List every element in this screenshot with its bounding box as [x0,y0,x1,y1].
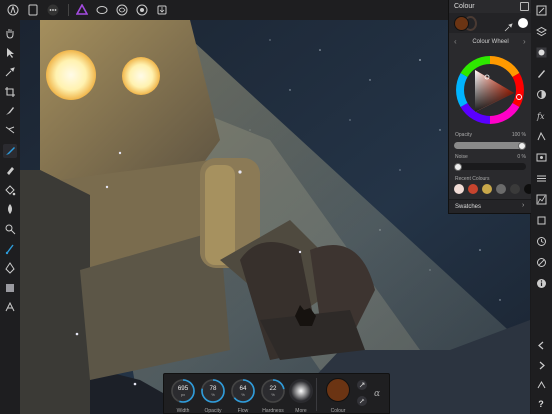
recent-colour-swatch[interactable] [510,184,520,194]
selection-persona-icon[interactable] [95,3,109,17]
navigator-studio-icon[interactable] [535,3,549,17]
eyedropper-icon[interactable] [357,396,367,406]
recent-colour-swatch[interactable] [468,184,478,194]
swatches-label: Swatches [455,204,482,210]
erase-brush-icon[interactable] [3,163,17,177]
adjustments-studio-icon[interactable] [535,87,549,101]
tools-panel [0,20,20,414]
blur-brush-icon[interactable] [3,202,17,216]
brush-colour-well[interactable] [326,378,350,402]
colour-panel-title: Colour [454,3,475,10]
colour-wheel[interactable] [455,55,525,130]
noise-value: 0 % [517,154,526,160]
move-tool-icon[interactable] [3,46,17,60]
paint-brush-tool-icon[interactable] [3,143,17,158]
flood-fill-icon[interactable] [3,183,17,197]
next-mode-chevron-icon[interactable]: › [523,35,526,49]
dial-unit: px [180,392,186,397]
panel-pin-icon[interactable] [520,2,529,11]
recent-colours-row [454,184,538,194]
swatches-button[interactable]: Swatches › [449,199,532,213]
clone-brush-icon[interactable] [3,242,17,256]
app-menu-icon[interactable] [6,3,20,17]
more-button[interactable]: More [288,378,314,414]
recent-colour-swatch[interactable] [482,184,492,194]
noise-slider-knob[interactable] [454,162,462,171]
help-button[interactable]: ? [534,397,548,411]
dial-unit: % [211,392,215,397]
fill-colour-well[interactable] [454,16,469,31]
undo-icon[interactable] [534,338,548,352]
info-studio-icon[interactable] [535,276,549,290]
dial-label: Flow [237,408,249,414]
selection-brush-icon[interactable] [3,104,17,118]
link-icon[interactable] [357,380,367,390]
svg-text:fx: fx [536,112,545,121]
color-picker-icon[interactable] [3,65,17,79]
toolbar-divider [68,4,69,16]
picker-colour-swatch[interactable] [518,18,528,28]
dial-2[interactable]: 64% Flow [230,378,256,414]
more-icon[interactable] [46,3,60,17]
channels-studio-icon[interactable] [535,171,549,185]
photo-persona-icon[interactable] [75,3,89,17]
history-studio-icon[interactable] [535,234,549,248]
colour-label: Colour [330,408,346,414]
alpha-icon[interactable]: α [374,389,380,399]
top-toolbar [0,0,448,20]
effects-studio-icon[interactable]: fx [535,108,549,122]
redo-icon[interactable] [534,358,548,372]
dial-unit: % [241,392,245,397]
documents-icon[interactable] [26,3,40,17]
develop-persona-icon[interactable] [135,3,149,17]
opacity-slider[interactable] [454,141,526,150]
histogram-studio-icon[interactable] [535,192,549,206]
noise-label: Noise [455,154,468,160]
transform-studio-icon[interactable] [535,213,549,227]
dial-label: Opacity [204,408,222,414]
opacity-label: Opacity [455,132,472,138]
more-label: More [295,408,307,414]
studio-bar: fx ? [531,0,552,414]
rectangle-tool-icon[interactable] [3,281,17,295]
stock-studio-icon[interactable] [535,150,549,164]
dial-0[interactable]: 695 px Width [170,378,196,414]
opacity-slider-fill [454,142,526,149]
crop-tool-icon[interactable] [3,85,17,99]
dial-1[interactable]: 78% Opacity [200,378,226,414]
context-toolbar: 695 px Width 78% Opacity 64% Flow 22% Hardness M… [163,373,390,414]
opacity-value: 100 % [511,132,526,138]
layers-studio-icon[interactable] [535,24,549,38]
chevron-right-icon: › [522,202,525,209]
assistant-icon[interactable] [534,378,548,392]
dial-3[interactable]: 22% Hardness [260,378,286,414]
styles-studio-icon[interactable] [535,129,549,143]
colour-panel: Colour ‹ Colour Wheel › Opacity 100 % No… [448,0,534,214]
noise-slider[interactable] [454,162,526,171]
recent-colour-swatch[interactable] [454,184,464,194]
toolbar-divider [316,378,317,411]
brushes-studio-icon[interactable] [535,66,549,80]
view-tool-hand-icon[interactable] [3,26,17,40]
liquify-persona-icon[interactable] [115,3,129,17]
colour-studio-icon[interactable] [535,45,549,59]
pen-tool-icon[interactable] [3,261,17,275]
snapshots-studio-icon[interactable] [535,255,549,269]
flood-select-icon[interactable] [3,124,17,138]
colour-mode-selector[interactable]: Colour Wheel [449,35,532,49]
dial-unit: % [271,392,275,397]
recent-colour-swatch[interactable] [496,184,506,194]
colour-selector-row [449,13,532,33]
dodge-brush-icon[interactable] [3,222,17,236]
recent-colours-label: Recent Colours [455,176,490,182]
dial-label: Width [176,408,190,414]
artistic-text-tool-icon[interactable] [3,300,17,314]
opacity-slider-knob[interactable] [518,141,526,150]
export-persona-icon[interactable] [155,3,169,17]
